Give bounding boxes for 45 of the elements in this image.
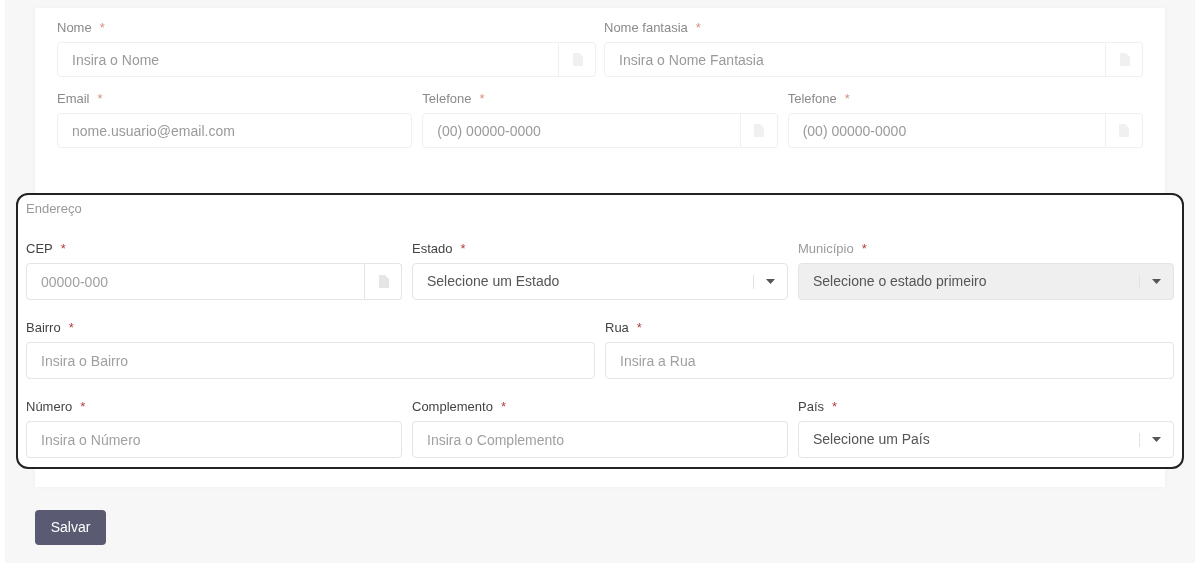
- field-label: CEP: [26, 241, 53, 257]
- save-button[interactable]: Salvar: [35, 510, 106, 545]
- section-title: Endereço: [26, 201, 83, 217]
- required-mark: *: [99, 20, 105, 36]
- required-mark: *: [60, 241, 66, 257]
- required-mark: *: [695, 20, 701, 36]
- file-icon: [377, 275, 389, 288]
- text-field[interactable]: Insira a Rua: [605, 342, 1174, 379]
- text-field[interactable]: nome.usuario@email.com: [57, 113, 413, 148]
- field-label: Estado: [412, 241, 453, 257]
- text-field[interactable]: Insira o Nome Fantasia: [604, 42, 1106, 77]
- required-mark: *: [844, 91, 850, 107]
- field-label: Município: [798, 241, 854, 257]
- field-label: Complemento: [412, 399, 493, 415]
- text-field[interactable]: (00) 00000-0000: [422, 113, 741, 148]
- field-label: Email: [57, 91, 90, 107]
- field-label: Nome fantasia: [604, 20, 688, 36]
- required-mark: *: [479, 91, 485, 107]
- required-mark: *: [636, 320, 642, 336]
- required-mark: *: [460, 241, 466, 257]
- field-label: País: [798, 399, 824, 415]
- select-dropdown[interactable]: Selecione um País: [798, 421, 1174, 458]
- text-field[interactable]: Insira o Número: [26, 421, 402, 458]
- select-dropdown[interactable]: Selecione um Estado: [412, 263, 788, 300]
- field-label: Número: [26, 399, 73, 415]
- addon-button[interactable]: [365, 263, 402, 300]
- required-mark: *: [832, 399, 838, 415]
- caret-icon: [1152, 279, 1161, 284]
- text-field[interactable]: Insira o Complemento: [412, 421, 788, 458]
- text-field[interactable]: (00) 00000-0000: [787, 113, 1106, 148]
- text-field[interactable]: Insira o Bairro: [26, 342, 595, 379]
- text-field[interactable]: Insira o Nome: [57, 42, 559, 77]
- required-mark: *: [68, 320, 74, 336]
- caret-icon: [1152, 437, 1161, 442]
- field-label: Telefone: [787, 91, 837, 107]
- required-mark: *: [80, 399, 86, 415]
- text-field[interactable]: 00000-000: [26, 263, 365, 300]
- field-label: Bairro: [26, 320, 61, 336]
- required-mark: *: [97, 91, 103, 107]
- field-label: Nome: [57, 20, 92, 36]
- caret-icon: [766, 279, 775, 284]
- required-mark: *: [861, 241, 867, 257]
- required-mark: *: [500, 399, 506, 415]
- field-label: Telefone: [422, 91, 472, 107]
- field-label: Rua: [605, 320, 629, 336]
